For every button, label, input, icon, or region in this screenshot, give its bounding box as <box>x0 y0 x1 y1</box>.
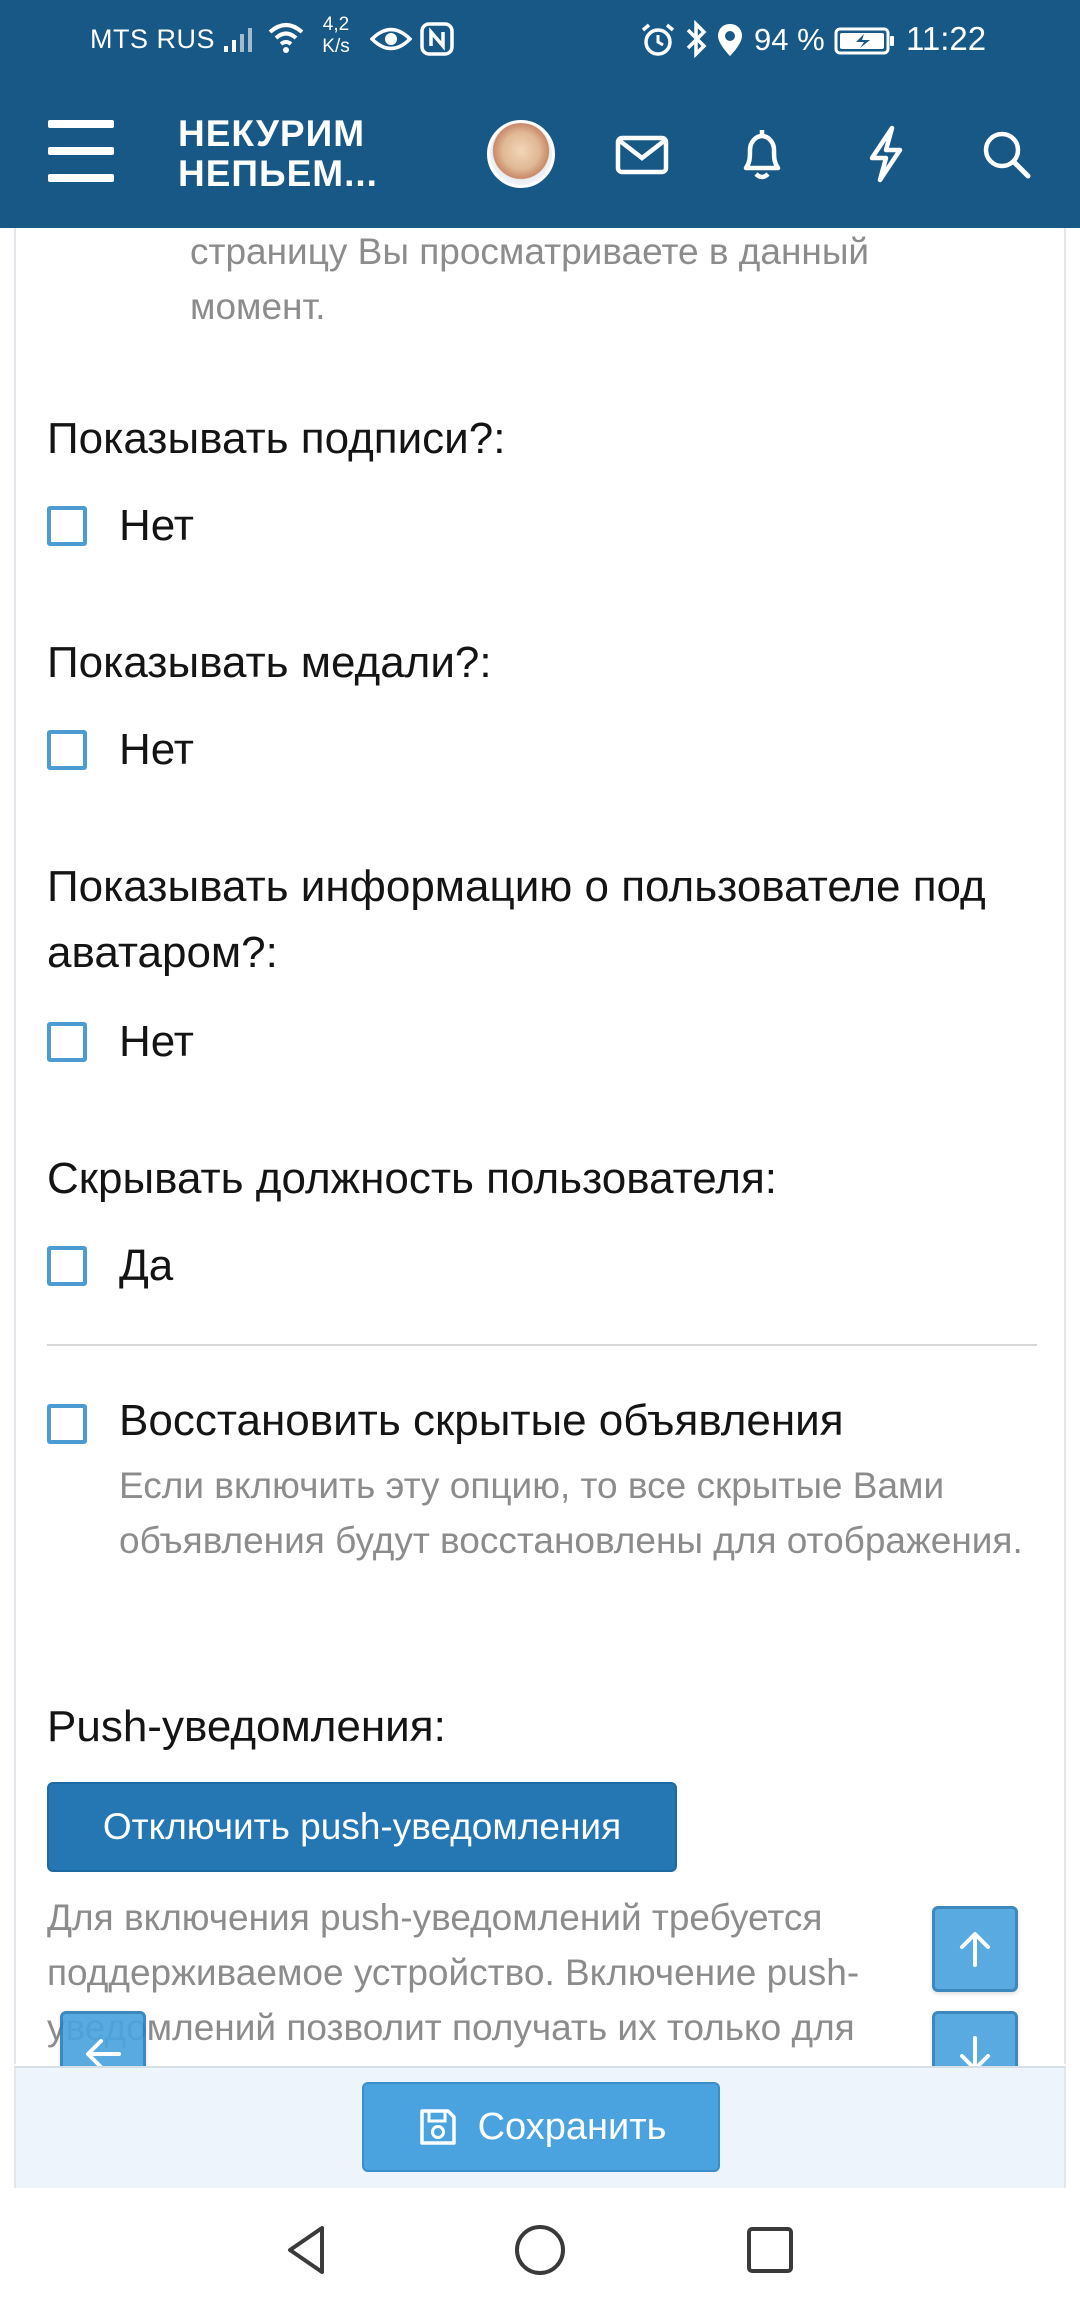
show-signatures-option[interactable]: Нет <box>47 496 194 556</box>
battery-percent: 94 % <box>754 22 825 57</box>
hide-user-title-option-label[interactable]: Да <box>119 1241 173 1291</box>
restore-notices-description: Если включить эту опцию, то все скрытые … <box>119 1465 1023 1561</box>
menu-icon[interactable] <box>48 120 114 182</box>
network-speed: 4,2 K/s <box>316 14 356 58</box>
hide-user-title-label: Скрывать должность пользователя: <box>47 1154 778 1203</box>
hide-user-title-option[interactable]: Да <box>47 1236 173 1296</box>
app-header: MTS RUS 4,2 K/s 94 % 11:22 НЕКУРИМ НЕПЬЕ… <box>0 0 1080 228</box>
show-signatures-label: Показывать подписи?: <box>47 414 506 463</box>
show-medals-checkbox[interactable] <box>47 730 87 770</box>
status-bar: MTS RUS 4,2 K/s 94 % 11:22 <box>0 0 1080 82</box>
show-user-info-checkbox[interactable] <box>47 1022 87 1062</box>
show-medals-option-label[interactable]: Нет <box>119 725 194 775</box>
save-button[interactable]: Сохранить <box>362 2082 720 2172</box>
scroll-top-button[interactable] <box>932 1906 1018 1992</box>
form-submit-row: Сохранить <box>14 2066 1066 2188</box>
show-signatures-option-label[interactable]: Нет <box>119 501 194 551</box>
show-signatures-checkbox[interactable] <box>47 506 87 546</box>
push-notifications-description: Для включения push-уведомлений требуется… <box>47 1897 860 2048</box>
bell-icon[interactable] <box>734 124 790 184</box>
arrow-up-icon <box>960 1932 990 1967</box>
brand-line-1: НЕКУРИМ <box>178 113 366 154</box>
mail-icon[interactable] <box>614 124 670 184</box>
network-speed-unit: K/s <box>322 36 350 57</box>
restore-notices-checkbox[interactable] <box>47 1404 87 1444</box>
site-logo[interactable]: НЕКУРИМ НЕПЬЕМ... <box>178 114 378 194</box>
hide-user-title-checkbox[interactable] <box>47 1246 87 1286</box>
disable-push-button[interactable]: Отключить push-уведомления <box>47 1782 677 1872</box>
bolt-icon[interactable] <box>858 124 914 184</box>
show-user-info-label: Показывать информацию о пользователе под… <box>47 862 986 977</box>
battery-charging-icon <box>834 27 894 55</box>
save-button-label[interactable]: Сохранить <box>478 2106 667 2149</box>
eye-comfort-icon <box>370 27 412 51</box>
previous-option-description: страницу Вы просматриваете в данный моме… <box>190 231 870 327</box>
push-notifications-label: Push-уведомления: <box>47 1702 446 1751</box>
brand-line-2: НЕПЬЕМ... <box>178 153 378 194</box>
nfc-icon <box>420 22 454 56</box>
home-circle-icon[interactable] <box>510 2220 570 2280</box>
avatar[interactable] <box>487 120 555 188</box>
signal-icon <box>224 28 252 52</box>
carrier-name: MTS RUS <box>90 24 215 54</box>
recents-square-icon[interactable] <box>740 2220 800 2280</box>
clock-time: 11:22 <box>906 20 987 57</box>
search-icon[interactable] <box>978 124 1034 184</box>
restore-notices-option[interactable] <box>47 1394 87 1454</box>
wifi-icon <box>268 23 304 53</box>
preferences-form: страницу Вы просматриваете в данный моме… <box>14 228 1066 2064</box>
network-speed-value: 4,2 <box>322 14 350 35</box>
system-navigation-bar <box>0 2188 1080 2312</box>
show-medals-option[interactable]: Нет <box>47 720 194 780</box>
location-icon <box>718 24 742 56</box>
show-user-info-option[interactable]: Нет <box>47 1012 194 1072</box>
show-medals-label: Показывать медали?: <box>47 638 492 687</box>
back-triangle-icon[interactable] <box>278 2220 338 2280</box>
alarm-icon <box>641 23 675 56</box>
bluetooth-icon <box>686 20 707 58</box>
section-divider <box>47 1344 1037 1346</box>
show-user-info-option-label[interactable]: Нет <box>119 1017 194 1067</box>
restore-notices-label[interactable]: Восстановить скрытые объявления <box>119 1396 844 1446</box>
floppy-disk-icon <box>419 2109 456 2145</box>
